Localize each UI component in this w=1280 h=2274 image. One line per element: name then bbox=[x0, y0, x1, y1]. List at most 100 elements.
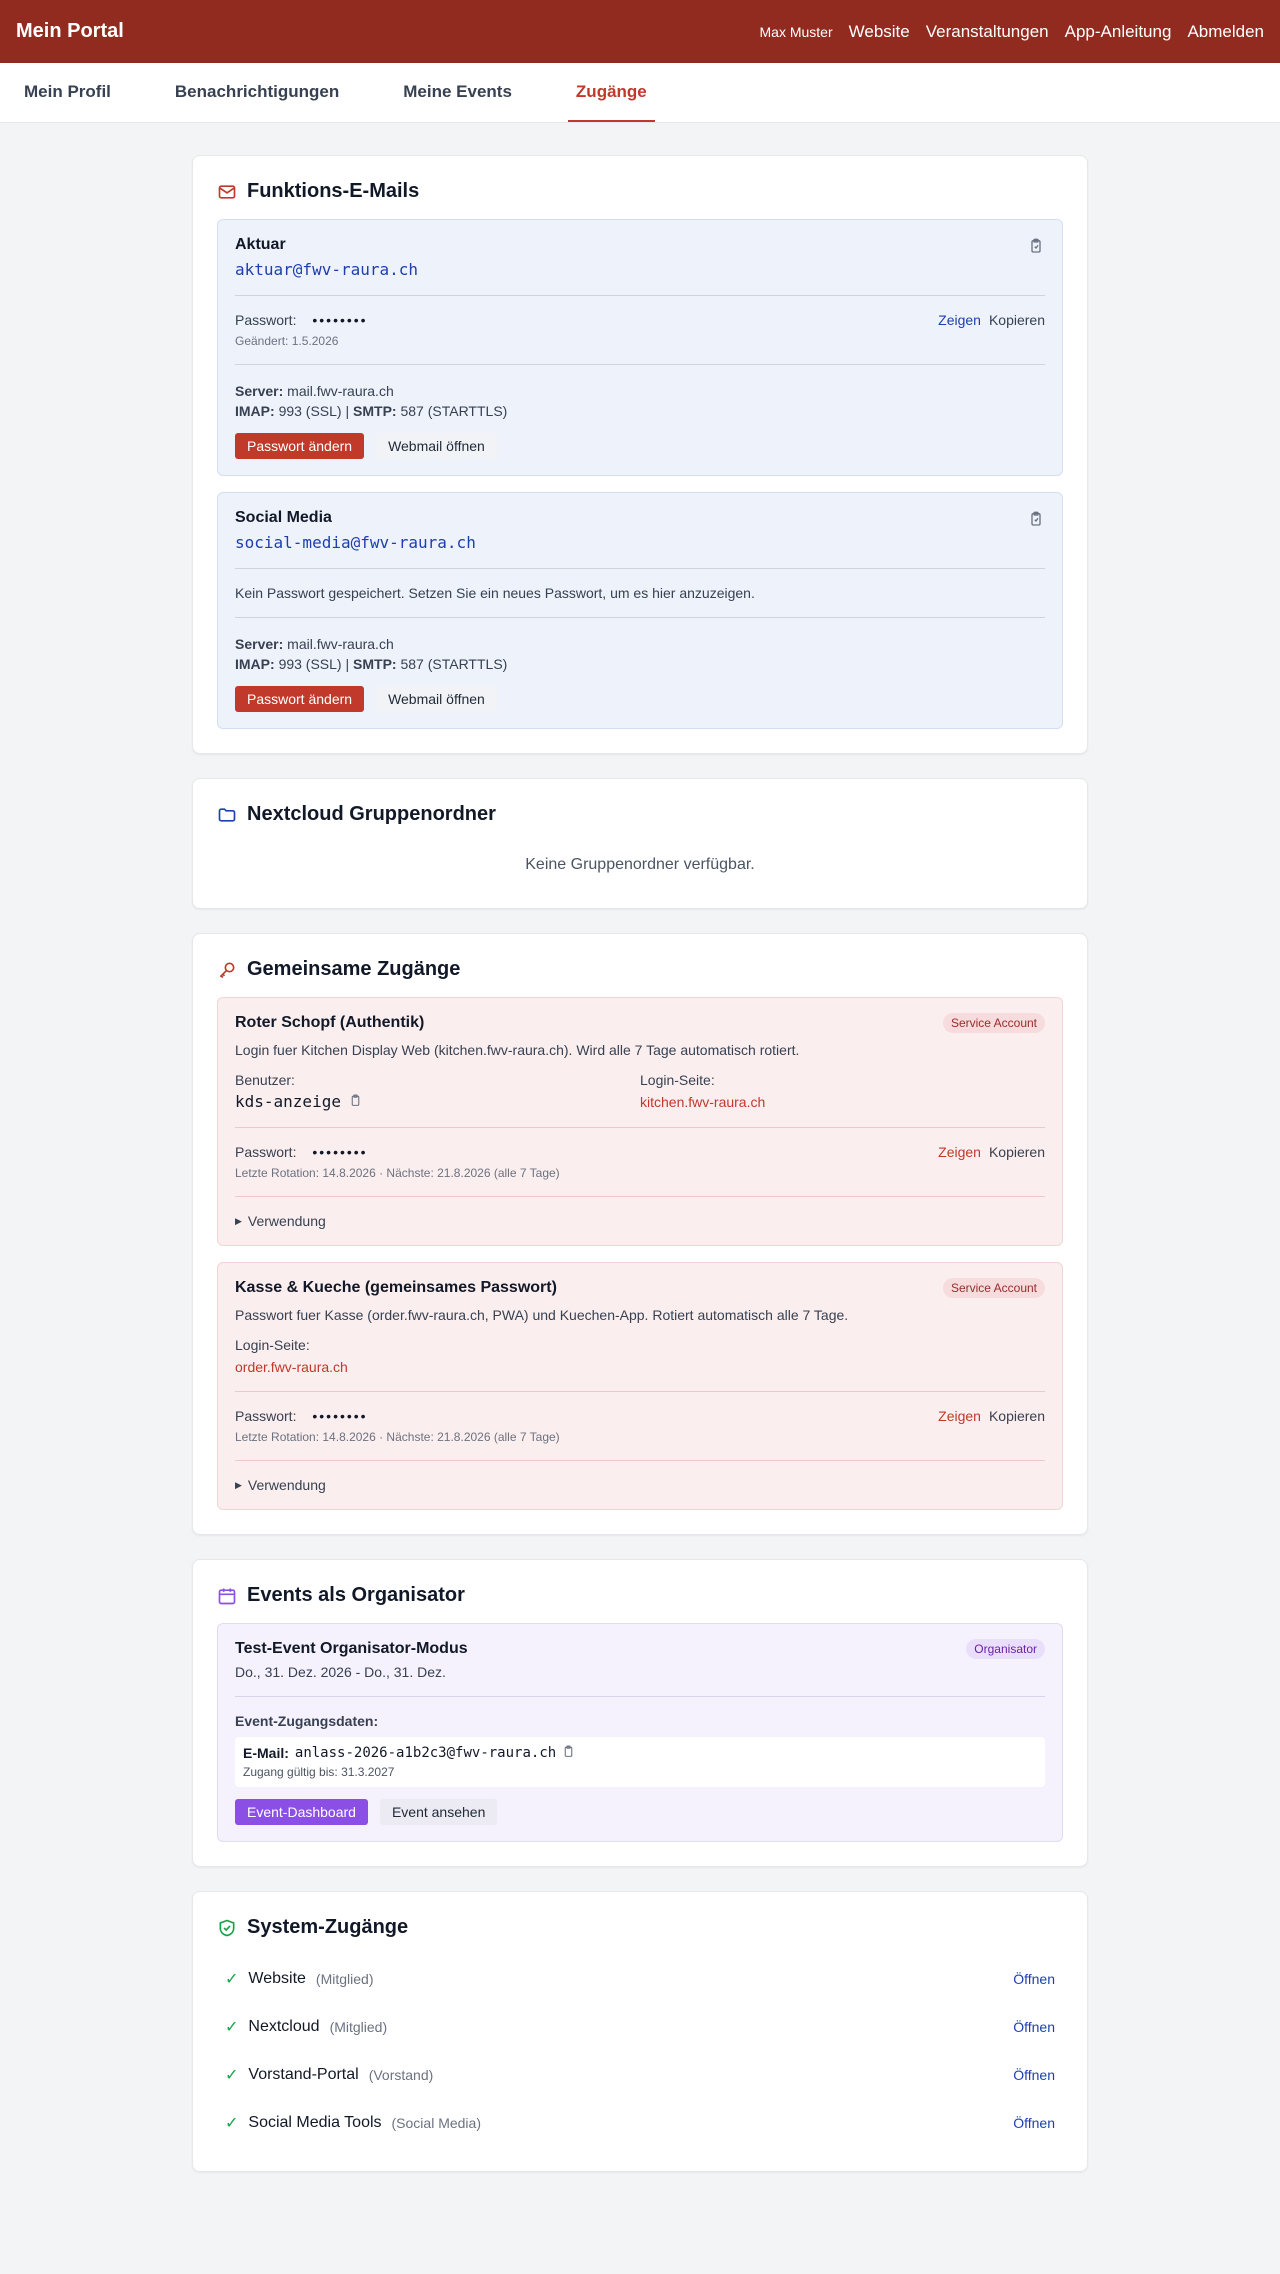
shield-check-icon bbox=[219, 1919, 235, 1936]
event-email: anlass-2026-a1b2c3@fwv-raura.ch bbox=[294, 1745, 557, 1761]
password-row: Passwort: •••••••• Zeigen Kopieren bbox=[235, 1408, 1045, 1424]
nav-app-anleitung[interactable]: App-Anleitung bbox=[1065, 22, 1172, 42]
login-link[interactable]: kitchen.fwv-raura.ch bbox=[640, 1094, 1045, 1110]
triangle-right-icon: ▶ bbox=[235, 1215, 242, 1226]
system-item-nextcloud: ✓ Nextcloud (Mitglied) Öffnen bbox=[217, 2003, 1063, 2051]
changed-date: Geändert: 1.5.2026 bbox=[235, 334, 339, 348]
password-label: Passwort: bbox=[235, 1408, 297, 1424]
divider bbox=[235, 364, 1045, 365]
rotation-info: Letzte Rotation: 14.8.2026 · Nächste: 21… bbox=[235, 1430, 560, 1444]
event-dashboard-button[interactable]: Event-Dashboard bbox=[235, 1799, 368, 1825]
password-masked: •••••••• bbox=[312, 1144, 368, 1160]
triangle-right-icon: ▶ bbox=[235, 1479, 242, 1490]
shared-access-title: Gemeinsame Zugänge bbox=[247, 958, 461, 980]
system-access-header: System-Zugänge bbox=[217, 1916, 1063, 1939]
top-bar: Mein Portal Max Muster Website Veranstal… bbox=[0, 0, 1280, 63]
organizer-card: Events als Organisator Organisator Test-… bbox=[192, 1559, 1088, 1867]
open-link[interactable]: Öffnen bbox=[1013, 2115, 1055, 2131]
change-password-button[interactable]: Passwort ändern bbox=[235, 433, 365, 459]
check-icon: ✓ bbox=[225, 2115, 239, 2132]
email-account-aktuar: Aktuar aktuar@fwv-raura.ch Passwort: •••… bbox=[217, 219, 1063, 476]
divider bbox=[235, 1391, 1045, 1392]
smtp-label: SMTP: bbox=[353, 403, 397, 419]
divider bbox=[235, 1127, 1045, 1128]
no-password-note: Kein Passwort gespeichert. Setzen Sie ei… bbox=[235, 585, 755, 601]
show-password-button[interactable]: Zeigen bbox=[938, 1144, 981, 1160]
webmail-button[interactable]: Webmail öffnen bbox=[376, 686, 497, 712]
user-label: Benutzer: bbox=[235, 1072, 295, 1088]
usage-label: Verwendung bbox=[247, 1477, 326, 1493]
email-account-social-media: Social Media social-media@fwv-raura.ch K… bbox=[217, 492, 1063, 729]
account-name: Aktuar bbox=[235, 236, 286, 253]
account-email: social-media@fwv-raura.ch bbox=[235, 533, 476, 552]
shared-item-desc: Passwort fuer Kasse (order.fwv-raura.ch,… bbox=[235, 1307, 849, 1323]
nextcloud-header: Nextcloud Gruppenordner bbox=[217, 803, 1063, 826]
user-name[interactable]: Max Muster bbox=[760, 24, 833, 40]
password-label: Passwort: bbox=[235, 312, 297, 328]
server-info: Server: mail.fwv-raura.ch IMAP: 993 (SSL… bbox=[235, 381, 1045, 421]
tab-meine-events[interactable]: Meine Events bbox=[395, 63, 520, 122]
server-value: mail.fwv-raura.ch bbox=[287, 383, 394, 399]
clipboard-icon[interactable] bbox=[349, 1092, 362, 1111]
server-label: Server: bbox=[235, 383, 284, 399]
service-account-badge: Service Account bbox=[942, 1278, 1045, 1298]
divider bbox=[235, 1196, 1045, 1197]
nextcloud-title: Nextcloud Gruppenordner bbox=[247, 803, 496, 825]
smtp-label: SMTP: bbox=[353, 656, 397, 672]
usage-label: Verwendung bbox=[247, 1213, 326, 1229]
organizer-badge: Organisator bbox=[966, 1639, 1045, 1659]
mail-icon bbox=[218, 184, 236, 199]
system-item-social-media-tools: ✓ Social Media Tools (Social Media) Öffn… bbox=[217, 2099, 1063, 2147]
system-access-title: System-Zugänge bbox=[247, 1916, 409, 1938]
system-name: Vorstand-Portal bbox=[248, 2066, 359, 2083]
open-link[interactable]: Öffnen bbox=[1013, 2067, 1055, 2083]
system-list: ✓ Website (Mitglied) Öffnen ✓ Nextcloud … bbox=[217, 1955, 1063, 2147]
copy-password-button[interactable]: Kopieren bbox=[989, 1408, 1045, 1424]
event-view-button[interactable]: Event ansehen bbox=[379, 1799, 498, 1825]
nav-website[interactable]: Website bbox=[849, 22, 910, 42]
system-name: Nextcloud bbox=[248, 2018, 320, 2035]
functional-emails-title: Funktions-E-Mails bbox=[247, 180, 420, 202]
show-password-button[interactable]: Zeigen bbox=[938, 312, 981, 328]
clipboard-icon[interactable] bbox=[1028, 511, 1044, 532]
check-icon: ✓ bbox=[225, 2019, 239, 2036]
top-nav: Max Muster Website Veranstaltungen App-A… bbox=[760, 22, 1265, 42]
copy-password-button[interactable]: Kopieren bbox=[989, 1144, 1045, 1160]
login-label: Login-Seite: bbox=[235, 1337, 310, 1353]
clipboard-icon[interactable] bbox=[1028, 238, 1044, 259]
imap-value: 993 (SSL) | bbox=[278, 656, 350, 672]
tab-benachrichtigungen[interactable]: Benachrichtigungen bbox=[167, 63, 347, 122]
account-name: Social Media bbox=[235, 509, 332, 526]
open-link[interactable]: Öffnen bbox=[1013, 2019, 1055, 2035]
divider bbox=[235, 295, 1045, 296]
copy-password-button[interactable]: Kopieren bbox=[989, 312, 1045, 328]
shared-item-name: Kasse & Kueche (gemeinsames Passwort) bbox=[235, 1279, 557, 1296]
open-link[interactable]: Öffnen bbox=[1013, 1971, 1055, 1987]
imap-label: IMAP: bbox=[235, 656, 275, 672]
imap-label: IMAP: bbox=[235, 403, 275, 419]
tab-zugaenge[interactable]: Zugänge bbox=[567, 63, 655, 122]
nav-abmelden[interactable]: Abmelden bbox=[1187, 22, 1264, 42]
divider bbox=[235, 617, 1045, 618]
brand-title[interactable]: Mein Portal bbox=[16, 20, 124, 43]
event-access-box: E-Mail: anlass-2026-a1b2c3@fwv-raura.ch … bbox=[235, 1737, 1045, 1787]
usage-toggle[interactable]: ▶ Verwendung bbox=[235, 1213, 1045, 1229]
password-masked: •••••••• bbox=[312, 1408, 368, 1424]
password-masked: •••••••• bbox=[312, 312, 368, 328]
change-password-button[interactable]: Passwort ändern bbox=[235, 686, 365, 712]
main-content: Funktions-E-Mails Aktuar aktuar@fwv-raur… bbox=[192, 123, 1088, 2172]
server-value: mail.fwv-raura.ch bbox=[287, 636, 394, 652]
nav-veranstaltungen[interactable]: Veranstaltungen bbox=[926, 22, 1049, 42]
divider bbox=[235, 568, 1045, 569]
usage-toggle[interactable]: ▶ Verwendung bbox=[235, 1477, 1045, 1493]
clipboard-icon[interactable] bbox=[562, 1745, 575, 1761]
login-link[interactable]: order.fwv-raura.ch bbox=[235, 1359, 1045, 1375]
rotation-info: Letzte Rotation: 14.8.2026 · Nächste: 21… bbox=[235, 1166, 560, 1180]
webmail-button[interactable]: Webmail öffnen bbox=[376, 433, 497, 459]
organizer-title: Events als Organisator bbox=[247, 1584, 465, 1606]
check-icon: ✓ bbox=[225, 2067, 239, 2084]
tab-mein-profil[interactable]: Mein Profil bbox=[24, 63, 119, 122]
smtp-value: 587 (STARTTLS) bbox=[400, 403, 508, 419]
shared-item-name: Roter Schopf (Authentik) bbox=[235, 1014, 425, 1031]
show-password-button[interactable]: Zeigen bbox=[938, 1408, 981, 1424]
